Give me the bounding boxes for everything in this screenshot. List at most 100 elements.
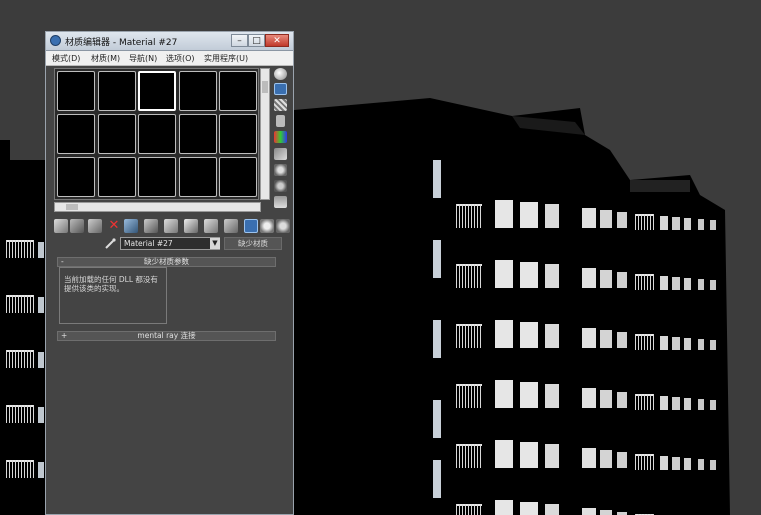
sample-slot[interactable]	[178, 71, 217, 111]
material-name-dropdown[interactable]: ▼	[210, 238, 220, 249]
railing-bar	[27, 350, 28, 368]
window-panel	[698, 459, 704, 470]
railing-bar	[474, 204, 475, 228]
railing-bar	[477, 384, 478, 408]
background-icon[interactable]	[274, 99, 287, 111]
railing-bar	[644, 274, 645, 290]
railing-bar	[15, 405, 16, 423]
sample-slot[interactable]	[57, 71, 95, 111]
put-material-to-scene-icon[interactable]	[70, 219, 84, 233]
window-panel	[582, 208, 596, 228]
show-map-in-viewport-icon[interactable]	[204, 219, 218, 233]
rollout-title: mental ray 连接	[137, 331, 196, 340]
railing-bar	[653, 214, 654, 230]
window-panel	[698, 399, 704, 410]
window-panel	[582, 328, 596, 348]
railing-bar	[471, 264, 472, 288]
sample-slots-horizontal-scrollbar[interactable]	[54, 202, 261, 212]
side-toolbar	[273, 68, 289, 218]
railing-bar	[456, 384, 457, 408]
material-type-button[interactable]: 缺少材质	[224, 237, 282, 250]
close-button[interactable]: ✕	[265, 34, 289, 47]
sample-slot[interactable]	[57, 114, 95, 154]
window-panel	[520, 322, 538, 348]
menu-mode[interactable]: 模式(D)	[52, 53, 80, 64]
railing-bar	[30, 405, 31, 423]
window	[38, 462, 44, 478]
options-icon[interactable]	[274, 164, 287, 176]
put-to-library-icon[interactable]	[164, 219, 178, 233]
sample-slot[interactable]	[97, 114, 136, 154]
make-preview-icon[interactable]	[274, 148, 287, 160]
sample-type-icon[interactable]	[274, 68, 287, 80]
window-panel	[582, 268, 596, 288]
window-panel	[617, 452, 627, 468]
assign-material-icon[interactable]	[88, 219, 102, 233]
pick-material-from-object-icon[interactable]	[276, 219, 290, 233]
sample-slot[interactable]	[219, 157, 257, 197]
railing-bar	[471, 504, 472, 515]
scrollbar-thumb[interactable]	[66, 204, 78, 210]
railing-bar	[477, 264, 478, 288]
show-end-result-icon[interactable]	[224, 219, 238, 233]
eyedropper-icon[interactable]	[104, 238, 116, 250]
menu-material[interactable]: 材质(M)	[91, 53, 120, 64]
backlight-icon[interactable]	[274, 83, 287, 95]
railing-bar	[462, 504, 463, 515]
railing-bar	[477, 444, 478, 468]
select-by-material-icon[interactable]	[274, 180, 287, 192]
make-material-copy-icon[interactable]	[124, 219, 138, 233]
menu-options[interactable]: 选项(O)	[166, 53, 195, 64]
sample-slot[interactable]	[138, 71, 176, 111]
menu-utilities[interactable]: 实用程序(U)	[204, 53, 248, 64]
window-panel	[684, 338, 691, 350]
railing-bar	[21, 405, 22, 423]
minimize-button[interactable]: –	[231, 34, 248, 47]
sample-slot[interactable]	[97, 157, 136, 197]
make-unique-icon[interactable]	[144, 219, 158, 233]
missing-material-rollout[interactable]: - 缺少材质参数	[57, 257, 276, 267]
window-panel	[495, 500, 513, 515]
title-bar[interactable]: 材质编辑器 - Material #27 – □ ✕	[46, 32, 293, 51]
menu-navigation[interactable]: 导航(N)	[129, 53, 157, 64]
sample-slot[interactable]	[178, 157, 217, 197]
rollout-collapse-sign: -	[61, 257, 64, 266]
sample-slot[interactable]	[219, 71, 257, 111]
window	[38, 242, 44, 258]
window-panel	[600, 450, 612, 468]
railing-bar	[480, 204, 481, 228]
railing-bar	[9, 295, 10, 313]
window-panel	[672, 217, 680, 230]
window-panel	[582, 388, 596, 408]
railing-bar	[18, 295, 19, 313]
sample-slot[interactable]	[178, 114, 217, 154]
railing-bar	[18, 405, 19, 423]
mental-ray-rollout[interactable]: + mental ray 连接	[57, 331, 276, 341]
railing-bar	[638, 394, 639, 410]
railing-bar	[635, 394, 636, 410]
window-panel	[710, 400, 716, 410]
reset-map-icon[interactable]: ✕	[107, 219, 121, 233]
sample-uv-tiling-icon[interactable]	[276, 115, 285, 127]
maximize-button[interactable]: □	[248, 34, 265, 47]
window	[38, 297, 44, 313]
video-color-check-icon[interactable]	[274, 131, 287, 143]
sample-slot[interactable]	[138, 114, 176, 154]
material-id-channel-icon[interactable]	[184, 219, 198, 233]
railing-bar	[15, 350, 16, 368]
material-map-navigator-icon[interactable]	[274, 196, 287, 208]
sample-slots-vertical-scrollbar[interactable]	[260, 68, 270, 200]
window-panel	[684, 218, 691, 230]
railing-bar	[15, 240, 16, 258]
sample-slot[interactable]	[97, 71, 136, 111]
sample-slot[interactable]	[57, 157, 95, 197]
sample-slot[interactable]	[138, 157, 176, 197]
go-forward-to-sibling-icon[interactable]	[260, 219, 274, 233]
go-to-parent-icon[interactable]	[244, 219, 258, 233]
get-material-icon[interactable]	[54, 219, 68, 233]
railing-bar	[12, 240, 13, 258]
sample-slot[interactable]	[219, 114, 257, 154]
material-editor-window[interactable]: 材质编辑器 - Material #27 – □ ✕ 模式(D) 材质(M) 导…	[45, 31, 294, 515]
material-name-field[interactable]: Material #27	[120, 237, 220, 250]
scrollbar-thumb[interactable]	[262, 81, 268, 93]
